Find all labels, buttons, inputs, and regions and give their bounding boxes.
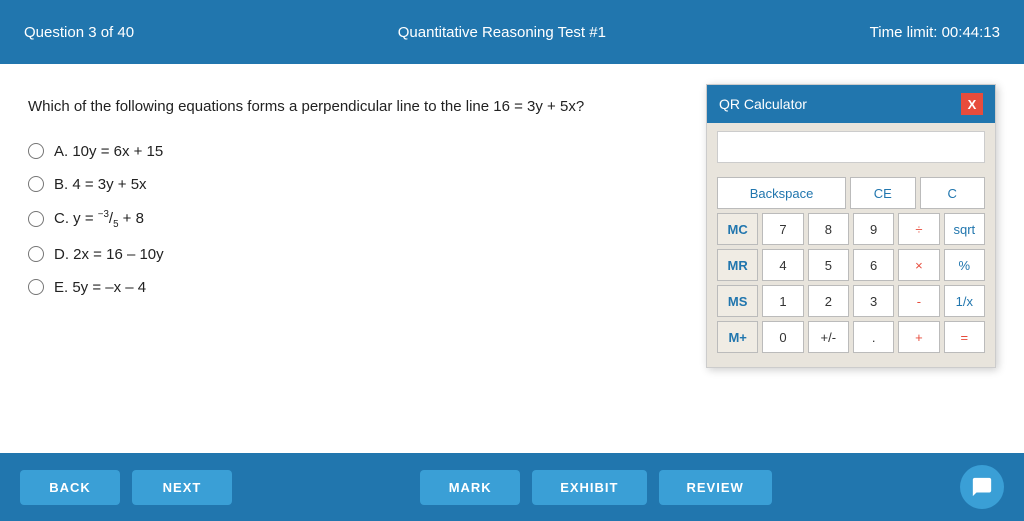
calculator: QR Calculator X Backspace CE C MC 7 8 9 … — [706, 84, 996, 368]
radio-e[interactable] — [28, 279, 44, 295]
calc-0[interactable]: 0 — [762, 321, 803, 353]
calc-9[interactable]: 9 — [853, 213, 894, 245]
option-e-label: E. 5y = –x – 4 — [54, 279, 146, 296]
calc-row-3: MR 4 5 6 × % — [717, 249, 985, 281]
calc-mplus[interactable]: M+ — [717, 321, 758, 353]
footer: BACK NEXT MARK EXHIBIT REVIEW — [0, 453, 1024, 521]
calc-header: QR Calculator X — [707, 85, 995, 123]
calc-5[interactable]: 5 — [808, 249, 849, 281]
calc-title: QR Calculator — [719, 96, 807, 112]
radio-a[interactable] — [28, 143, 44, 159]
radio-b[interactable] — [28, 176, 44, 192]
calc-row-1: Backspace CE C — [717, 177, 985, 209]
chat-button[interactable] — [960, 465, 1004, 509]
main-content: Which of the following equations forms a… — [0, 64, 1024, 453]
calc-3[interactable]: 3 — [853, 285, 894, 317]
review-button[interactable]: REVIEW — [659, 470, 772, 505]
calc-row-5: M+ 0 +/- . + = — [717, 321, 985, 353]
calc-add[interactable]: + — [898, 321, 939, 353]
next-button[interactable]: NEXT — [132, 470, 232, 505]
calc-divide[interactable]: ÷ — [898, 213, 939, 245]
time-limit: Time limit: 00:44:13 — [870, 24, 1000, 41]
footer-center: MARK EXHIBIT REVIEW — [420, 470, 772, 505]
calc-decimal[interactable]: . — [853, 321, 894, 353]
calc-percent[interactable]: % — [944, 249, 985, 281]
calc-mr[interactable]: MR — [717, 249, 758, 281]
test-title: Quantitative Reasoning Test #1 — [398, 24, 606, 41]
calc-8[interactable]: 8 — [808, 213, 849, 245]
footer-right — [960, 465, 1004, 509]
option-c-label: C. y = −3/5 + 8 — [54, 209, 144, 230]
calc-ms[interactable]: MS — [717, 285, 758, 317]
calc-1[interactable]: 1 — [762, 285, 803, 317]
back-button[interactable]: BACK — [20, 470, 120, 505]
radio-c[interactable] — [28, 211, 44, 227]
calc-row-4: MS 1 2 3 - 1/x — [717, 285, 985, 317]
option-b-label: B. 4 = 3y + 5x — [54, 176, 147, 193]
calc-ce[interactable]: CE — [850, 177, 916, 209]
calc-2[interactable]: 2 — [808, 285, 849, 317]
footer-left: BACK NEXT — [20, 470, 232, 505]
mark-button[interactable]: MARK — [420, 470, 520, 505]
calc-sqrt[interactable]: sqrt — [944, 213, 985, 245]
calc-reciprocal[interactable]: 1/x — [944, 285, 985, 317]
calc-multiply[interactable]: × — [898, 249, 939, 281]
exhibit-button[interactable]: EXHIBIT — [532, 470, 646, 505]
radio-d[interactable] — [28, 246, 44, 262]
calc-7[interactable]: 7 — [762, 213, 803, 245]
calc-display[interactable] — [717, 131, 985, 163]
question-counter: Question 3 of 40 — [24, 24, 134, 41]
calc-6[interactable]: 6 — [853, 249, 894, 281]
calc-backspace[interactable]: Backspace — [717, 177, 846, 209]
calc-plusminus[interactable]: +/- — [808, 321, 849, 353]
calc-c[interactable]: C — [920, 177, 986, 209]
calc-buttons: Backspace CE C MC 7 8 9 ÷ sqrt MR 4 5 6 … — [707, 171, 995, 367]
calc-row-2: MC 7 8 9 ÷ sqrt — [717, 213, 985, 245]
calc-subtract[interactable]: - — [898, 285, 939, 317]
header: Question 3 of 40 Quantitative Reasoning … — [0, 0, 1024, 64]
option-d-label: D. 2x = 16 – 10y — [54, 246, 164, 263]
calc-close-button[interactable]: X — [961, 93, 983, 115]
calc-equals[interactable]: = — [944, 321, 985, 353]
chat-icon — [971, 476, 993, 498]
calc-4[interactable]: 4 — [762, 249, 803, 281]
calc-mc[interactable]: MC — [717, 213, 758, 245]
option-a-label: A. 10y = 6x + 15 — [54, 143, 163, 160]
